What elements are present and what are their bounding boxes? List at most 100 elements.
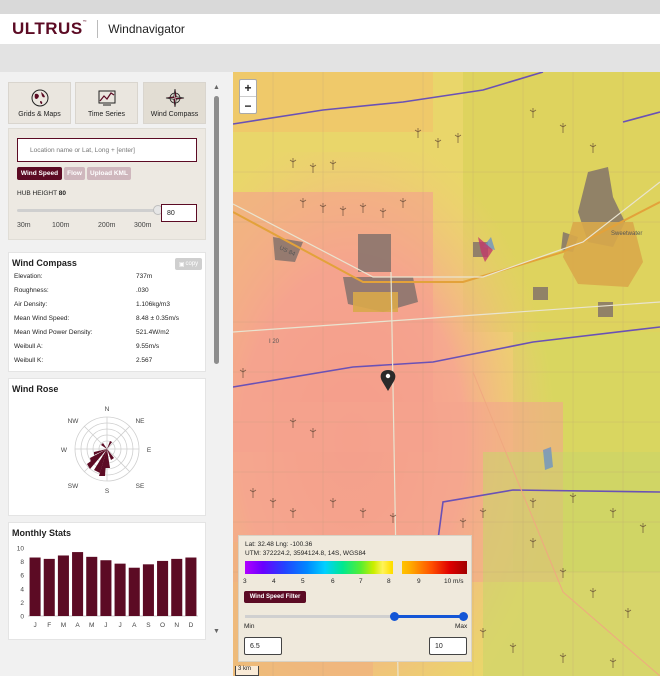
monthly-stats-title: Monthly Stats <box>12 528 72 538</box>
monthly-bar <box>100 560 112 616</box>
scale-gap <box>392 561 402 574</box>
flow-button[interactable]: Flow <box>64 167 85 180</box>
rose-label-w: W <box>61 447 68 454</box>
ultrus-logo[interactable]: ULTRUS™ <box>12 19 87 39</box>
filter-max-input[interactable]: 10 <box>429 637 467 655</box>
rose-label-se: SE <box>136 483 145 490</box>
tab-time-series[interactable]: Time Series <box>75 82 138 124</box>
scale-label: 6 <box>331 578 335 585</box>
globe-icon <box>31 89 48 107</box>
browser-top-strip <box>0 0 660 14</box>
stat-row: Elevation: 737m <box>14 273 200 283</box>
scale-label: 5 <box>301 578 305 585</box>
hub-tick: 200m <box>98 222 116 229</box>
location-search-input[interactable]: Location name or Lat, Long + [enter] <box>17 138 197 162</box>
x-tick-label: J <box>33 622 36 629</box>
scroll-down-icon[interactable]: ▼ <box>213 628 220 635</box>
monthly-bar <box>157 560 169 616</box>
stat-key: Weibull A: <box>14 343 43 350</box>
stat-row: Weibull A: 9.55m/s <box>14 343 200 353</box>
wind-rose-title: Wind Rose <box>12 384 59 394</box>
y-tick-label: 2 <box>20 600 24 607</box>
monthly-bar <box>57 555 69 616</box>
filter-max-handle[interactable] <box>459 612 468 621</box>
stat-value: 1.106kg/m3 <box>136 301 170 308</box>
copy-button[interactable]: ▣ copy <box>175 258 202 270</box>
scale-label: 7 <box>359 578 363 585</box>
copy-icon: ▣ <box>178 261 185 268</box>
scale-label: 10 m/s <box>444 578 464 585</box>
x-tick-label: F <box>47 622 51 629</box>
town-label: Sweetwater <box>611 231 642 237</box>
filter-range-fill <box>395 615 464 618</box>
x-tick-label: A <box>132 622 137 629</box>
monthly-bar <box>185 557 197 616</box>
rose-label-sw: SW <box>68 483 79 490</box>
line-chart-icon <box>98 90 115 106</box>
hub-height-slider-track[interactable] <box>17 209 157 212</box>
tab-wind-compass[interactable]: Wind Compass <box>143 82 206 124</box>
monthly-bar <box>43 558 55 616</box>
wind-speed-button[interactable]: Wind Speed <box>17 167 62 180</box>
compass-rose-icon <box>165 88 184 108</box>
zoom-control: + − <box>239 79 257 114</box>
stat-value: 521.4W/m2 <box>136 329 170 336</box>
stat-value: .030 <box>136 287 149 294</box>
wind-compass-title: Wind Compass <box>12 258 77 268</box>
x-tick-label: N <box>174 622 179 629</box>
stat-value: 737m <box>136 273 153 280</box>
wind-speed-color-scale <box>245 561 467 574</box>
scale-label: 3 <box>243 578 247 585</box>
monthly-bar <box>114 563 126 616</box>
y-tick-label: 10 <box>17 546 25 553</box>
scale-label: 9 <box>417 578 421 585</box>
latlng-readout: Lat: 32.48 Lng: -100.36 <box>245 541 313 548</box>
stat-key: Roughness: <box>14 287 49 294</box>
scale-label: 4 <box>272 578 276 585</box>
x-tick-label: J <box>104 622 107 629</box>
logo-trademark: ™ <box>82 19 88 24</box>
rose-label-ne: NE <box>135 418 145 425</box>
wind-compass-card <box>8 252 206 372</box>
hub-height-input[interactable]: 80 <box>161 204 197 222</box>
utm-readout: UTM: 372224.2, 3594124.8, 14S, WGS84 <box>245 550 366 557</box>
stat-row: Roughness: .030 <box>14 287 200 297</box>
tab-grids-maps[interactable]: Grids & Maps <box>8 82 71 124</box>
y-tick-label: 8 <box>20 559 24 566</box>
copy-label: copy <box>185 261 199 267</box>
rose-label-nw: NW <box>68 418 80 425</box>
filter-min-input[interactable]: 6.5 <box>244 637 282 655</box>
x-tick-label: M <box>89 622 94 629</box>
wind-speed-legend: Lat: 32.48 Lng: -100.36 UTM: 372224.2, 3… <box>238 535 472 662</box>
x-tick-label: M <box>61 622 66 629</box>
tab-label: Time Series <box>87 111 126 118</box>
hub-tick: 30m <box>17 222 31 229</box>
stat-value: 9.55m/s <box>136 343 160 350</box>
sidebar-scrollbar[interactable]: ▲ ▼ <box>212 84 221 639</box>
tab-label: Grids & Maps <box>18 111 61 118</box>
monthly-bar <box>128 567 140 616</box>
hub-height-value: 80 <box>58 190 67 197</box>
monthly-bar <box>142 564 154 616</box>
filter-min-handle[interactable] <box>390 612 399 621</box>
app-header: ULTRUS™ Windnavigator <box>0 14 660 44</box>
zoom-in-button[interactable]: + <box>240 80 256 97</box>
stat-value: 2.567 <box>136 357 153 364</box>
scroll-up-icon[interactable]: ▲ <box>213 84 220 91</box>
y-tick-label: 0 <box>20 614 24 621</box>
road-label-i20: I 20 <box>269 339 280 345</box>
scrollbar-thumb[interactable] <box>214 96 219 364</box>
zoom-out-button[interactable]: − <box>240 97 256 114</box>
tab-label: Wind Compass <box>150 111 199 118</box>
stat-key: Mean Wind Power Density: <box>14 329 93 336</box>
wind-speed-filter-button[interactable]: Wind Speed Filter <box>244 591 306 603</box>
monthly-bar <box>171 558 183 616</box>
filter-min-label: Min <box>244 623 255 630</box>
stat-key: Weibull K: <box>14 357 44 364</box>
scale-label: 8 <box>387 578 391 585</box>
y-tick-label: 6 <box>20 573 24 580</box>
upload-kml-button[interactable]: Upload KML <box>87 167 131 180</box>
x-tick-label: S <box>146 622 151 629</box>
monthly-bar <box>86 556 98 616</box>
rose-label-e: E <box>147 447 152 454</box>
